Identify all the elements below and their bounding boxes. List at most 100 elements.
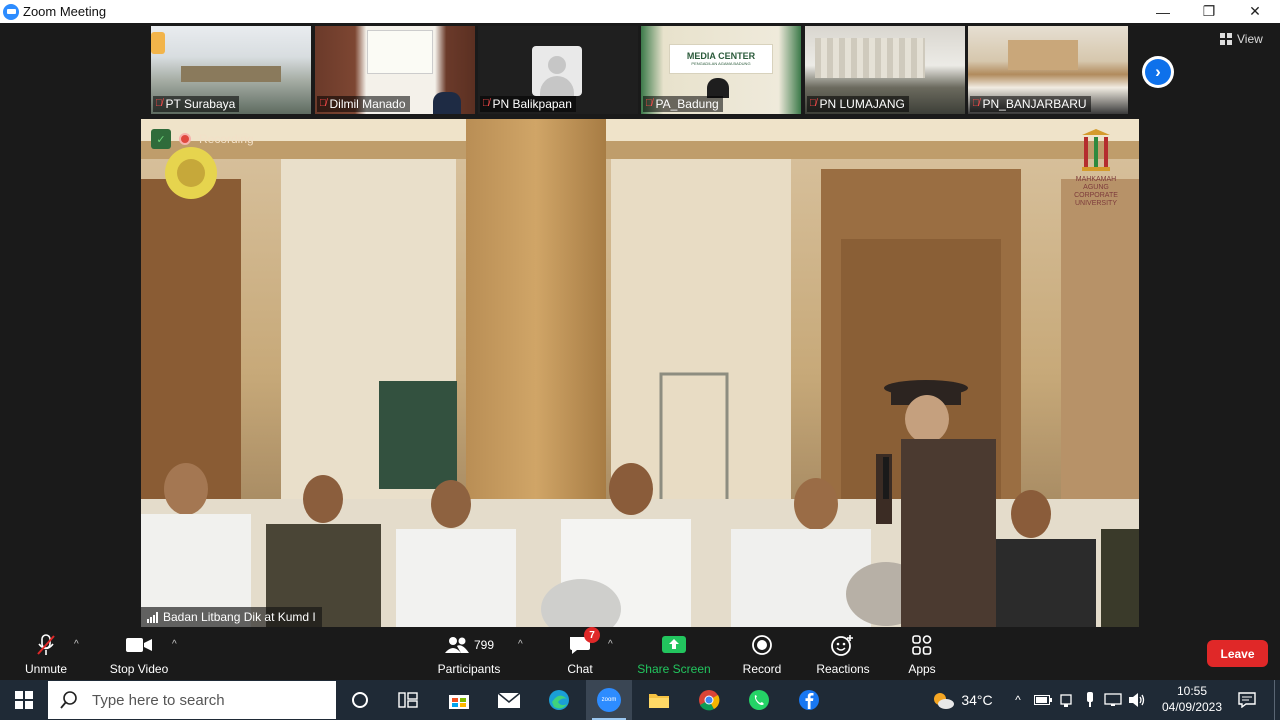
facebook-button[interactable] bbox=[788, 680, 830, 720]
banner bbox=[367, 30, 433, 74]
video-camera-icon bbox=[104, 632, 174, 658]
chevron-right-icon: › bbox=[1145, 59, 1171, 85]
show-hidden-icons-chevron-icon[interactable]: ^ bbox=[1008, 680, 1028, 720]
mail-button[interactable] bbox=[488, 680, 530, 720]
window-title: Zoom Meeting bbox=[23, 4, 107, 19]
participant-name: PN LUMAJANG bbox=[819, 97, 905, 111]
mic-muted-icon: 🎙̸ bbox=[972, 98, 980, 109]
usb-device-icon[interactable] bbox=[1080, 680, 1100, 720]
reactions-label: Reactions bbox=[816, 662, 870, 676]
reactions-button[interactable]: Reactions bbox=[810, 632, 876, 676]
security-shield-icon[interactable]: ✓ bbox=[151, 129, 171, 149]
notifications-button[interactable] bbox=[1234, 680, 1260, 720]
person bbox=[707, 78, 729, 98]
stop-video-button[interactable]: Stop Video bbox=[104, 632, 174, 676]
media-center-banner: MEDIA CENTER PENGADILAN AGAMA BADUNG bbox=[669, 44, 773, 74]
whatsapp-icon bbox=[749, 690, 769, 710]
meeting-toolbar: Unmute ^ Stop Video ^ 799 Participants ^… bbox=[0, 629, 1280, 680]
leave-button[interactable]: Leave bbox=[1207, 640, 1268, 667]
unmute-label: Unmute bbox=[24, 662, 68, 676]
participant-tile-pn-banjarbaru[interactable]: 🎙̸ PN_BANJARBARU bbox=[968, 26, 1128, 114]
participant-tile-pn-lumajang[interactable]: 🎙̸ PN LUMAJANG bbox=[805, 26, 965, 114]
windows-logo-icon bbox=[15, 691, 33, 709]
clock-date: 04/09/2023 bbox=[1161, 700, 1223, 714]
cortana-circle-icon bbox=[352, 692, 368, 708]
participant-name: PA_Badung bbox=[655, 97, 719, 111]
record-button[interactable]: Record bbox=[736, 632, 788, 676]
maximize-button[interactable]: ❐ bbox=[1186, 0, 1232, 23]
stop-video-label: Stop Video bbox=[109, 662, 169, 676]
recording-label: Recording bbox=[199, 132, 254, 146]
smiley-plus-icon bbox=[810, 632, 876, 658]
mail-icon bbox=[497, 692, 521, 708]
zoom-logo-icon bbox=[3, 3, 19, 20]
participants-options-caret-icon[interactable]: ^ bbox=[518, 639, 523, 650]
raised-hand-icon bbox=[151, 32, 165, 54]
battery-icon[interactable] bbox=[1032, 680, 1054, 720]
share-screen-icon bbox=[634, 632, 714, 658]
participant-name: Dilmil Manado bbox=[329, 97, 406, 111]
temperature: 34°C bbox=[961, 692, 993, 708]
banner-subtitle: PENGADILAN AGAMA BADUNG bbox=[691, 61, 751, 66]
edge-browser-button[interactable] bbox=[538, 680, 580, 720]
participant-tile-pa-badung[interactable]: MEDIA CENTER PENGADILAN AGAMA BADUNG 🎙̸ P… bbox=[641, 26, 801, 114]
close-button[interactable]: ✕ bbox=[1232, 0, 1278, 23]
windows-start-button[interactable] bbox=[0, 680, 48, 720]
institution-logo-icon bbox=[1082, 129, 1110, 171]
view-button[interactable]: View bbox=[1220, 32, 1263, 46]
participants-count: 799 bbox=[473, 638, 495, 652]
task-view-button[interactable] bbox=[388, 680, 428, 720]
participants-icon bbox=[444, 637, 469, 653]
apps-label: Apps bbox=[908, 662, 936, 676]
network-adapter-icon[interactable] bbox=[1056, 680, 1078, 720]
taskbar-clock[interactable]: 10:55 04/09/2023 bbox=[1152, 683, 1232, 715]
chat-unread-badge: 7 bbox=[584, 627, 600, 643]
chat-options-caret-icon[interactable]: ^ bbox=[608, 639, 613, 650]
facebook-icon bbox=[799, 690, 819, 710]
taskbar-search-box[interactable] bbox=[48, 681, 336, 719]
person bbox=[433, 92, 461, 114]
weather-widget[interactable]: 34°C bbox=[922, 680, 1002, 720]
audio-options-caret-icon[interactable]: ^ bbox=[74, 639, 79, 650]
participant-tile-pn-balikpapan[interactable]: 🎙̸ PN Balikpapan bbox=[478, 26, 638, 114]
room-scene bbox=[141, 119, 1139, 627]
mic-muted-icon: 🎙̸ bbox=[809, 98, 817, 109]
chrome-button[interactable] bbox=[688, 680, 730, 720]
brand-text: MAHKAMAH AGUNG CORPORATE UNIVERSITY bbox=[1074, 176, 1118, 207]
search-input[interactable] bbox=[92, 691, 322, 709]
participant-tile-pt-surabaya[interactable]: 🎙̸ PT Surabaya bbox=[151, 26, 311, 114]
view-label: View bbox=[1237, 32, 1263, 46]
next-page-button[interactable]: › bbox=[1142, 56, 1174, 88]
zoom-app-icon: zoom bbox=[597, 688, 621, 712]
zoom-taskbar-button[interactable]: zoom bbox=[586, 680, 632, 720]
window-title-bar: Zoom Meeting — ❐ ✕ bbox=[0, 0, 1280, 23]
apps-button[interactable]: Apps bbox=[900, 632, 944, 676]
whatsapp-button[interactable] bbox=[738, 680, 780, 720]
microsoft-store-button[interactable] bbox=[438, 680, 480, 720]
connection-bars-icon bbox=[147, 611, 158, 623]
notification-icon bbox=[1238, 692, 1256, 708]
volume-icon[interactable] bbox=[1126, 680, 1148, 720]
participant-tile-dilmil-manado[interactable]: 🎙̸ Dilmil Manado bbox=[315, 26, 475, 114]
search-icon bbox=[60, 691, 77, 709]
share-screen-label: Share Screen bbox=[637, 662, 711, 676]
apps-icon bbox=[900, 632, 944, 658]
share-screen-button[interactable]: Share Screen bbox=[634, 632, 714, 676]
record-label: Record bbox=[742, 662, 782, 676]
show-desktop-button[interactable] bbox=[1274, 680, 1280, 720]
display-icon[interactable] bbox=[1102, 680, 1124, 720]
clock-time: 10:55 bbox=[1176, 684, 1208, 698]
active-speaker-video[interactable]: ✓ Recording MAHKAMAH AGUNG CORPORATE UNI… bbox=[141, 119, 1139, 627]
participants-button[interactable]: 799 Participants bbox=[432, 632, 506, 676]
chrome-icon bbox=[699, 690, 720, 711]
file-explorer-button[interactable] bbox=[638, 680, 680, 720]
participant-name: PT Surabaya bbox=[165, 97, 236, 111]
unmute-button[interactable]: Unmute bbox=[14, 632, 78, 676]
video-options-caret-icon[interactable]: ^ bbox=[172, 639, 177, 650]
windows-taskbar: zoom 34°C ^ 10:55 04/09/2023 bbox=[0, 680, 1280, 720]
participant-name: PN Balikpapan bbox=[492, 97, 572, 111]
folder-icon bbox=[649, 694, 669, 708]
participant-name: PN_BANJARBARU bbox=[982, 97, 1087, 111]
cortana-button[interactable] bbox=[342, 680, 378, 720]
minimize-button[interactable]: — bbox=[1140, 0, 1186, 23]
